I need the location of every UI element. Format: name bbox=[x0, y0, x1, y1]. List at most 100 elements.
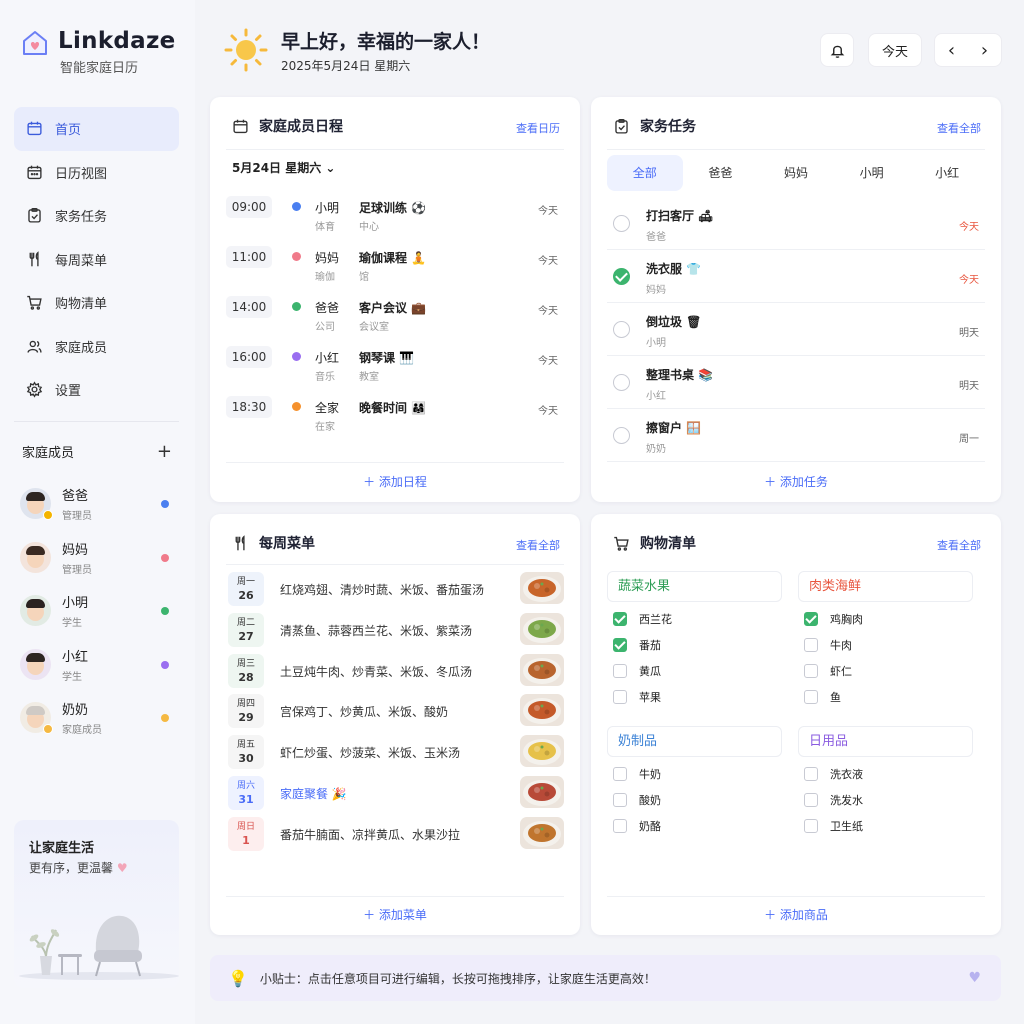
event-location: 馆 bbox=[359, 272, 369, 283]
shopping-item[interactable]: 番茄 bbox=[613, 635, 661, 655]
today-button[interactable]: 今天 bbox=[868, 33, 922, 67]
family-member[interactable]: 小红 学生 bbox=[20, 638, 175, 692]
shopping-item-name: 卫生纸 bbox=[830, 820, 863, 833]
shopping-checkbox[interactable] bbox=[613, 819, 627, 833]
shopping-item[interactable]: 鸡胸肉 bbox=[804, 609, 863, 629]
shopping-checkbox[interactable] bbox=[613, 612, 627, 626]
task-row[interactable]: 打扫客厅 🛋 爸爸 今天 bbox=[607, 197, 985, 250]
menu-date: 30 bbox=[238, 752, 254, 766]
nav-item-shopping[interactable]: 购物清单 bbox=[14, 281, 179, 325]
tab-chores-filter[interactable]: 全部 bbox=[607, 155, 683, 191]
shopping-checkbox[interactable] bbox=[804, 612, 818, 626]
living-room-illustration bbox=[19, 915, 179, 980]
tab-chores-filter[interactable]: 小明 bbox=[834, 155, 910, 191]
shopping-category-header[interactable]: 蔬菜水果 bbox=[607, 571, 782, 602]
shopping-item[interactable]: 洗发水 bbox=[804, 790, 863, 810]
schedule-date-selector[interactable]: 5月24日 星期六 ⌄ bbox=[232, 159, 335, 176]
tab-chores-filter[interactable]: 爸爸 bbox=[683, 155, 759, 191]
schedule-event[interactable]: 09:00 小明 体育 足球训练 ⚽ 中心 今天 bbox=[226, 196, 564, 246]
shopping-checkbox[interactable] bbox=[804, 638, 818, 652]
shopping-item[interactable]: 奶酪 bbox=[613, 816, 661, 836]
schedule-event[interactable]: 16:00 小红 音乐 钢琴课 🎹 教室 今天 bbox=[226, 346, 564, 396]
family-member[interactable]: 妈妈 管理员 bbox=[20, 531, 175, 585]
prev-day-button[interactable]: ‹ bbox=[948, 40, 955, 61]
shopping-item[interactable]: 卫生纸 bbox=[804, 816, 863, 836]
menu-day-row[interactable]: 周六 31 家庭聚餐 🎉 bbox=[228, 776, 564, 810]
menu-day-row[interactable]: 周三 28 土豆炖牛肉、炒青菜、米饭、冬瓜汤 bbox=[228, 653, 564, 688]
add-schedule-button[interactable]: ＋ 添加日程 bbox=[210, 473, 580, 490]
member-color-dot bbox=[161, 500, 169, 508]
shopping-category-header[interactable]: 日用品 bbox=[798, 726, 973, 757]
nav-item-calendar-view[interactable]: 日历视图 bbox=[14, 151, 179, 195]
shopping-item[interactable]: 洗衣液 bbox=[804, 764, 863, 784]
task-row[interactable]: 倒垃圾 🗑 小明 明天 bbox=[607, 303, 985, 356]
shopping-item-name: 番茄 bbox=[639, 639, 661, 652]
task-row[interactable]: 擦窗户 🪟 奶奶 周一 bbox=[607, 409, 985, 462]
task-checkbox[interactable] bbox=[613, 215, 630, 232]
event-title: 钢琴课 🎹 bbox=[359, 351, 415, 365]
menu-day-row[interactable]: 周一 26 红烧鸡翅、清炒时蔬、米饭、番茄蛋汤 bbox=[228, 572, 564, 606]
shopping-item[interactable]: 西兰花 bbox=[613, 609, 672, 629]
schedule-event[interactable]: 18:30 全家 在家 晚餐时间 👨‍👩‍👧 今天 bbox=[226, 396, 564, 446]
shopping-item[interactable]: 苹果 bbox=[613, 687, 661, 707]
shopping-item[interactable]: 鱼 bbox=[804, 687, 841, 707]
nav-item-weekly-menu[interactable]: 每周菜单 bbox=[14, 238, 179, 282]
tip-text: 小贴士：点击任意项目可进行编辑，长按可拖拽排序，让家庭生活更高效！ bbox=[259, 971, 656, 986]
app-logo[interactable]: Linkdaze 智能家庭日历 bbox=[20, 28, 176, 76]
view-all-menu-link[interactable]: 查看全部 bbox=[516, 537, 560, 553]
shopping-item[interactable]: 牛肉 bbox=[804, 635, 852, 655]
add-task-button[interactable]: ＋ 添加任务 bbox=[591, 473, 1001, 490]
family-member[interactable]: 小明 学生 bbox=[20, 584, 175, 638]
next-day-button[interactable]: › bbox=[981, 40, 988, 61]
task-checkbox[interactable] bbox=[613, 374, 630, 391]
add-menu-button[interactable]: ＋ 添加菜单 bbox=[210, 906, 580, 923]
nav-item-home[interactable]: 首页 bbox=[14, 107, 179, 151]
family-member[interactable]: 奶奶 家庭成员 bbox=[20, 691, 175, 745]
menu-day-row[interactable]: 周日 1 番茄牛腩面、凉拌黄瓜、水果沙拉 bbox=[228, 816, 564, 851]
task-row[interactable]: 洗衣服 👕 妈妈 今天 bbox=[607, 250, 985, 303]
task-checkbox[interactable] bbox=[613, 321, 630, 338]
schedule-event[interactable]: 14:00 爸爸 公司 客户会议 💼 会议室 今天 bbox=[226, 296, 564, 346]
member-role: 管理员 bbox=[62, 564, 92, 576]
shopping-checkbox[interactable] bbox=[804, 664, 818, 678]
shopping-checkbox[interactable] bbox=[613, 664, 627, 678]
view-calendar-link[interactable]: 查看日历 bbox=[516, 120, 560, 136]
schedule-event[interactable]: 11:00 妈妈 瑜伽 瑜伽课程 🧘 馆 今天 bbox=[226, 246, 564, 296]
shopping-checkbox[interactable] bbox=[804, 819, 818, 833]
menu-card-title: 每周菜单 bbox=[232, 533, 315, 553]
utensils-icon bbox=[235, 534, 245, 550]
shopping-checkbox[interactable] bbox=[613, 793, 627, 807]
menu-day-row[interactable]: 周四 29 宫保鸡丁、炒黄瓜、米饭、酸奶 bbox=[228, 694, 564, 729]
tab-chores-filter[interactable]: 小红 bbox=[909, 155, 985, 191]
shopping-item[interactable]: 牛奶 bbox=[613, 764, 661, 784]
add-item-button[interactable]: ＋ 添加商品 bbox=[591, 906, 1001, 923]
nav-item-members[interactable]: 家庭成员 bbox=[14, 325, 179, 369]
view-all-shopping-link[interactable]: 查看全部 bbox=[937, 537, 981, 553]
shopping-checkbox[interactable] bbox=[804, 767, 818, 781]
shopping-category-header[interactable]: 肉类海鲜 bbox=[798, 571, 973, 602]
family-member[interactable]: 爸爸 管理员 bbox=[20, 477, 175, 531]
tab-chores-filter[interactable]: 妈妈 bbox=[758, 155, 834, 191]
shopping-item[interactable]: 黄瓜 bbox=[613, 661, 661, 681]
shopping-item[interactable]: 虾仁 bbox=[804, 661, 852, 681]
task-row[interactable]: 整理书桌 📚 小红 明天 bbox=[607, 356, 985, 409]
promo-card: 让家庭生活 更有序，更温馨 ♥ bbox=[14, 820, 179, 988]
shopping-item[interactable]: 酸奶 bbox=[613, 790, 661, 810]
nav-item-settings[interactable]: 设置 bbox=[14, 368, 179, 412]
menu-day-row[interactable]: 周五 30 虾仁炒蛋、炒菠菜、米饭、玉米汤 bbox=[228, 735, 564, 770]
nav-item-chores[interactable]: 家务任务 bbox=[14, 194, 179, 238]
task-checkbox[interactable] bbox=[613, 268, 630, 285]
view-all-chores-link[interactable]: 查看全部 bbox=[937, 120, 981, 136]
shopping-checkbox[interactable] bbox=[804, 793, 818, 807]
menu-day-chip: 周日 1 bbox=[228, 816, 264, 851]
menu-day-row[interactable]: 周二 27 清蒸鱼、蒜蓉西兰花、米饭、紫菜汤 bbox=[228, 612, 564, 647]
shopping-checkbox[interactable] bbox=[613, 767, 627, 781]
shopping-checkbox[interactable] bbox=[804, 690, 818, 704]
notification-button[interactable] bbox=[820, 33, 854, 67]
add-member-button[interactable]: + bbox=[157, 441, 172, 462]
shopping-checkbox[interactable] bbox=[613, 690, 627, 704]
shopping-checkbox[interactable] bbox=[613, 638, 627, 652]
shopping-category-header[interactable]: 奶制品 bbox=[607, 726, 782, 757]
task-checkbox[interactable] bbox=[613, 427, 630, 444]
menu-dishes: 番茄牛腩面、凉拌黄瓜、水果沙拉 bbox=[280, 827, 461, 842]
